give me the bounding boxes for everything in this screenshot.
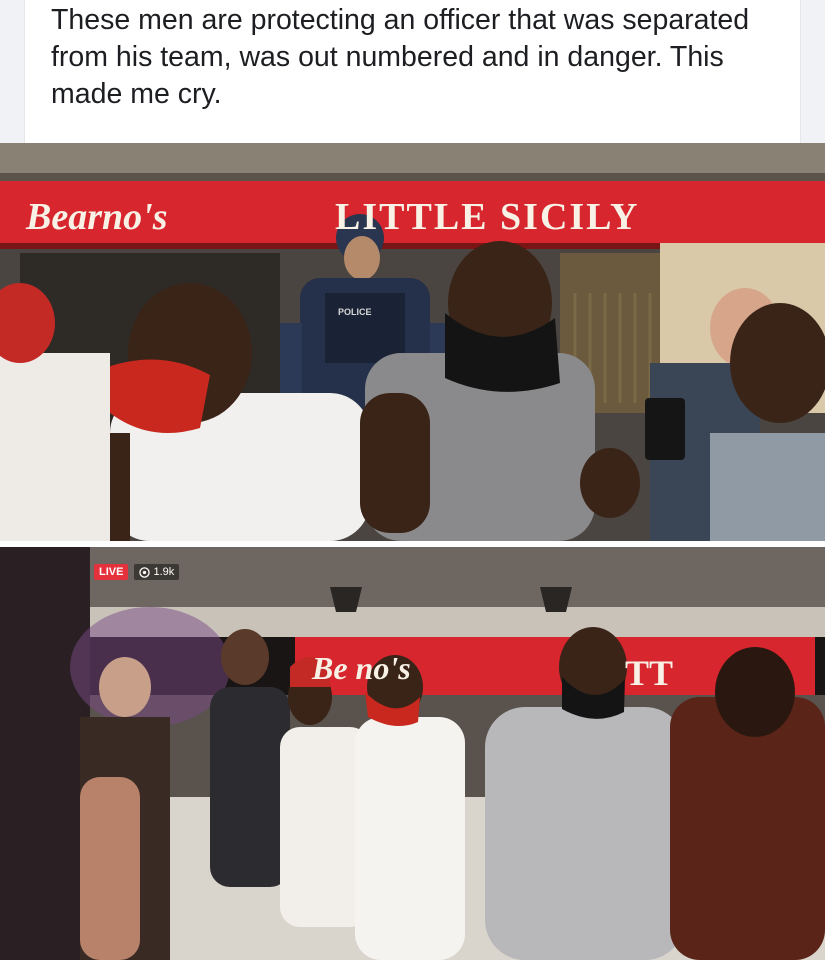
sign-name-partial-text: TT [625, 653, 673, 693]
eye-icon [139, 566, 151, 578]
photo-top[interactable]: Bearno's LITTLE SICILY POLICE [0, 143, 825, 541]
phone [645, 398, 685, 460]
viewer-count-value: 1.9k [153, 566, 175, 578]
post-caption: These men are protecting an officer that… [51, 4, 750, 110]
sign-brand-text: Bearno's [25, 196, 167, 238]
post-card: These men are protecting an officer that… [0, 0, 825, 960]
sign-name-text: LITTLE SICILY [335, 196, 639, 238]
photo-bottom[interactable]: Be no's TT [0, 547, 825, 960]
sign-brand-partial-text: Be no's [311, 650, 411, 686]
photo-bottom-illustration: Be no's TT [0, 547, 825, 960]
post-caption-box: These men are protecting an officer that… [24, 0, 801, 143]
photo-top-illustration: Bearno's LITTLE SICILY POLICE [0, 143, 825, 541]
police-vest-text: POLICE [338, 307, 372, 317]
live-badge: LIVE [94, 564, 129, 580]
live-overlay: LIVE 1.9k [94, 564, 180, 580]
viewer-count: 1.9k [134, 564, 180, 580]
